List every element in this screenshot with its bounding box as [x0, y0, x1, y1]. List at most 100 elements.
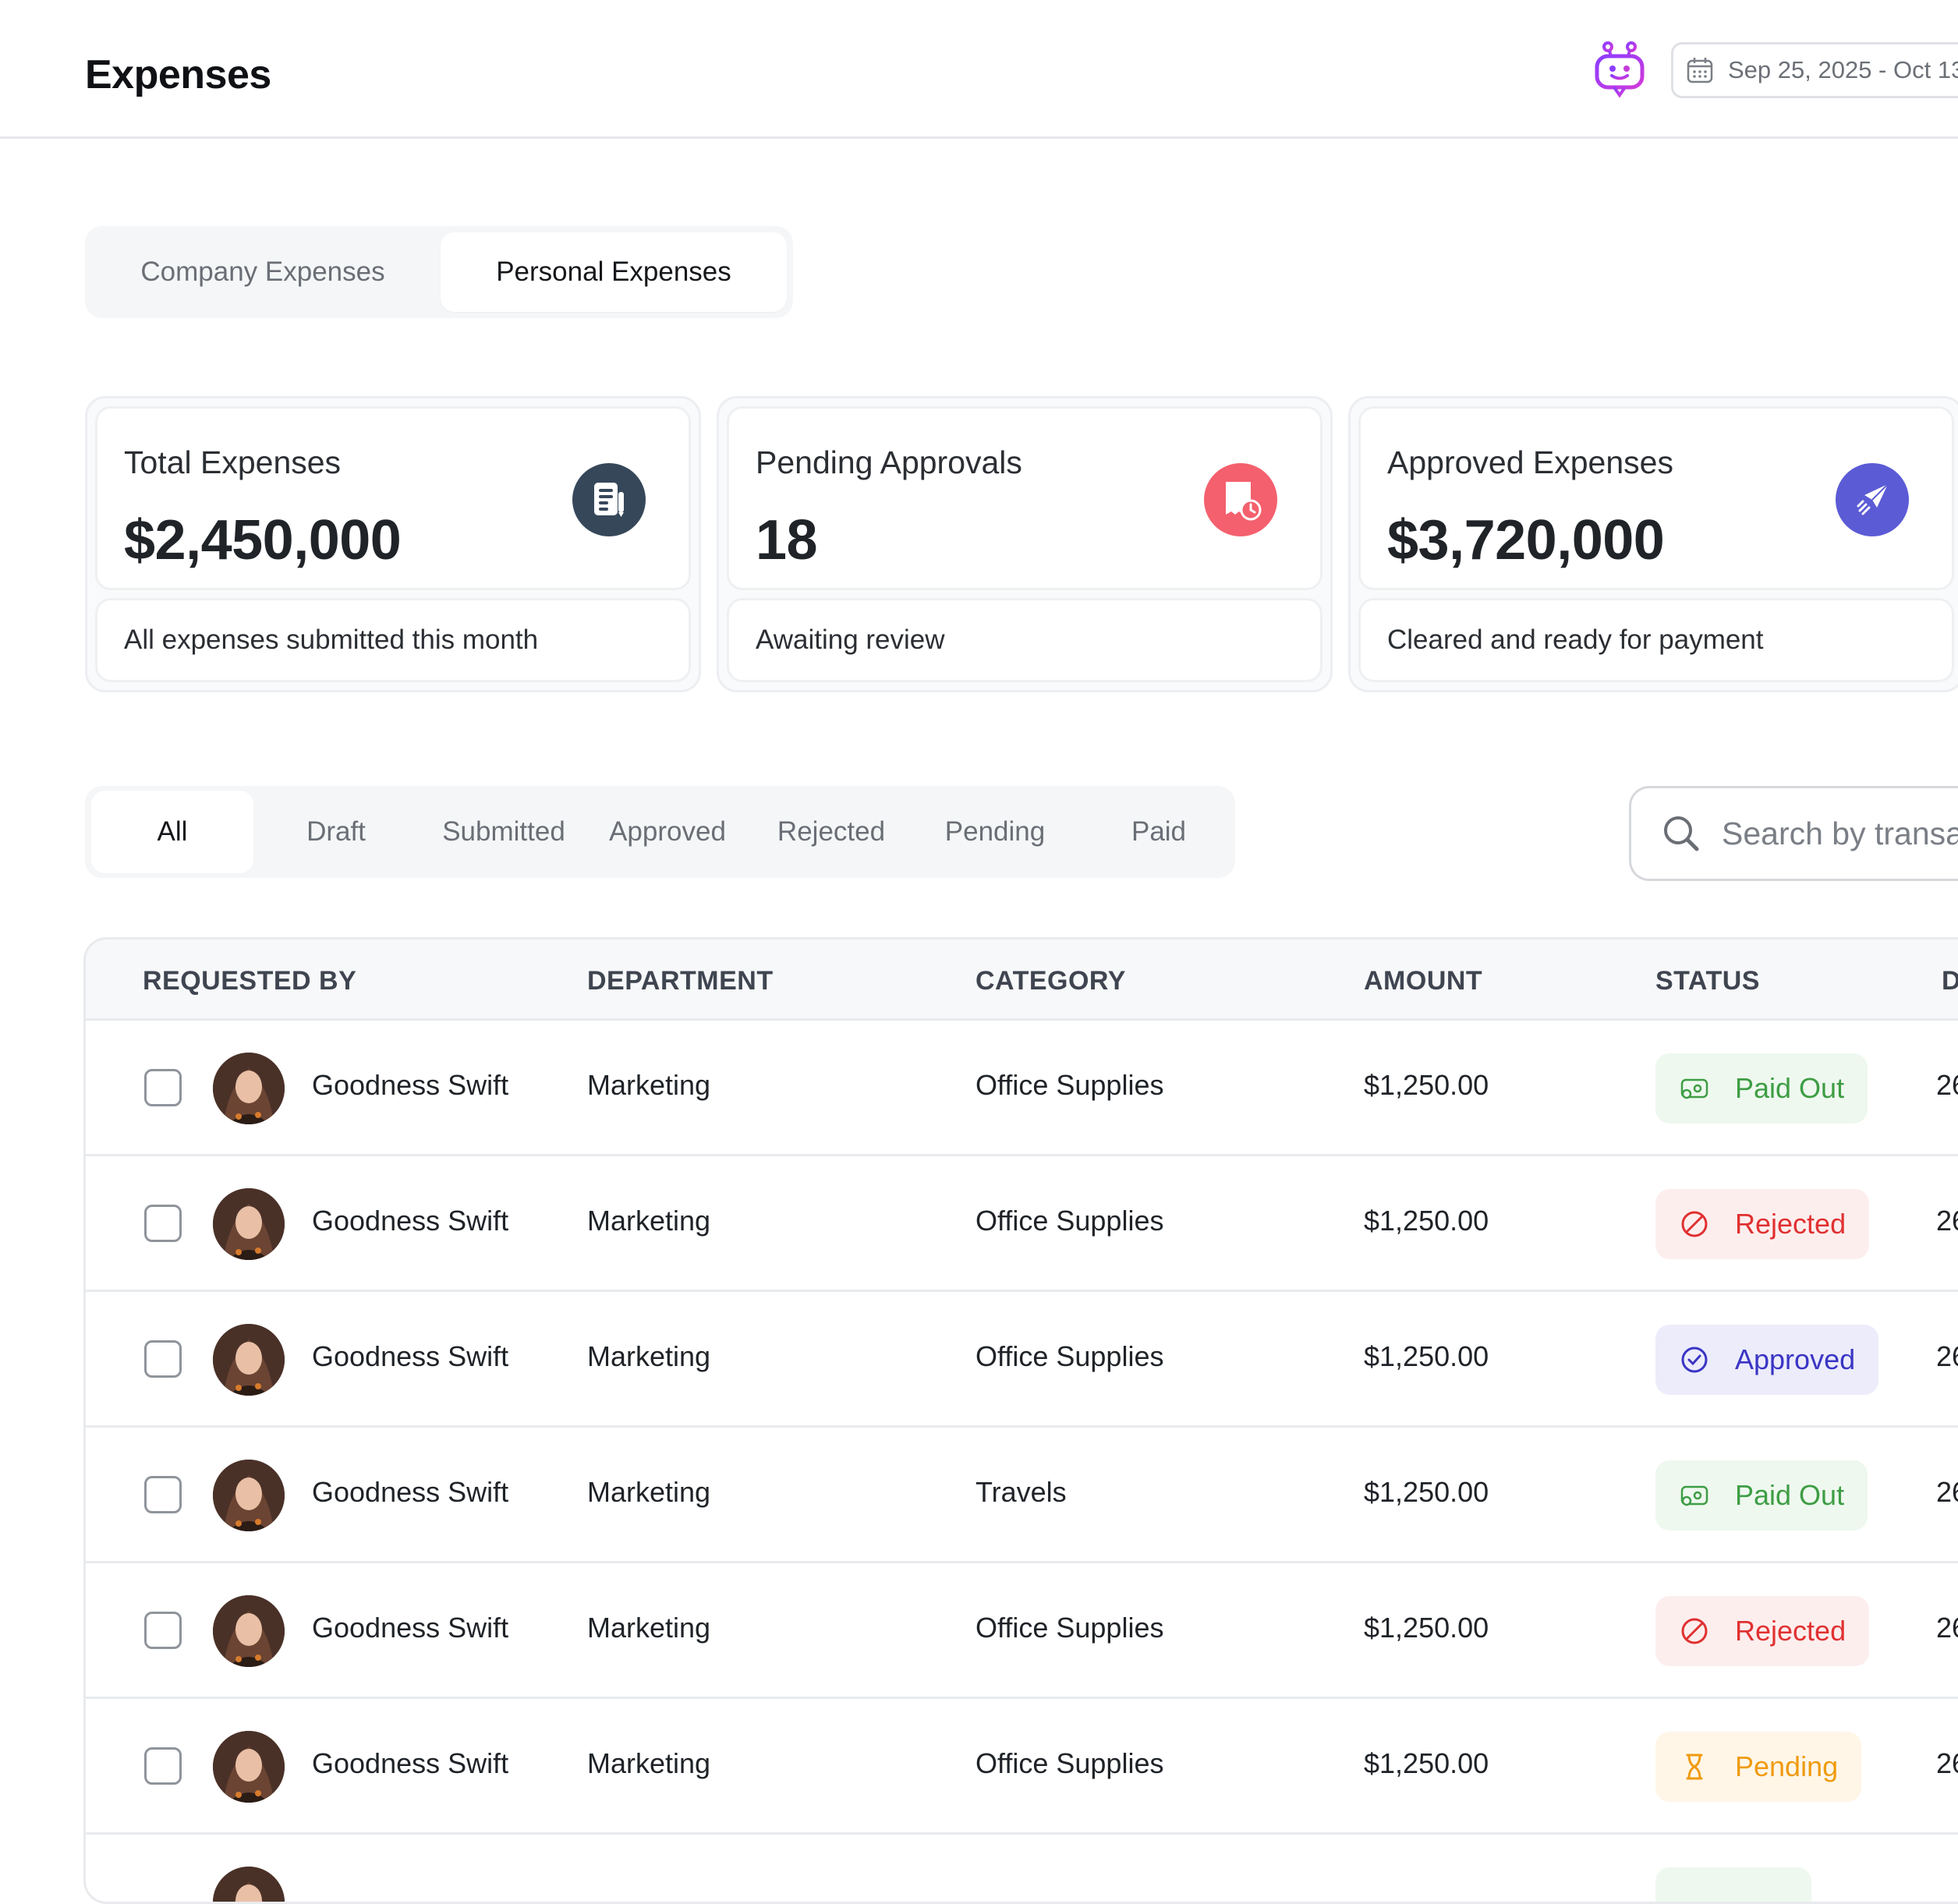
- avatar: [213, 1867, 285, 1902]
- status-filter-tabs: All Draft Submitted Approved Rejected Pe…: [85, 786, 1235, 878]
- category-cell: Office Supplies: [975, 1069, 1164, 1101]
- department-cell: Marketing: [587, 1069, 711, 1101]
- date-range-text: Sep 25, 2025 - Oct 13,: [1728, 56, 1958, 83]
- date-cell: 26: [1936, 1069, 1958, 1101]
- row-checkbox[interactable]: [144, 1069, 182, 1106]
- stat-card-approved-expenses: Approved Expenses $3,720,000 Cleared and…: [1348, 396, 1958, 692]
- filter-approved[interactable]: Approved: [586, 791, 749, 873]
- status-label: Paid Out: [1735, 1479, 1845, 1511]
- date-range-picker[interactable]: Sep 25, 2025 - Oct 13,: [1671, 42, 1958, 98]
- avatar: [213, 1731, 285, 1803]
- stat-card-body: Approved Expenses $3,720,000: [1358, 406, 1954, 590]
- stat-card-total-expenses: Total Expenses $2,450,000 All expenses s…: [85, 396, 701, 692]
- expense-type-tabs: Company Expenses Personal Expenses: [85, 226, 793, 318]
- filter-pending[interactable]: Pending: [913, 791, 1077, 873]
- table-row[interactable]: Goodness Swift Marketing Office Supplies…: [86, 1292, 1958, 1428]
- column-header-amount[interactable]: AMOUNT: [1364, 966, 1482, 996]
- requester-name: Goodness Swift: [312, 1069, 509, 1101]
- avatar: [213, 1188, 285, 1260]
- column-header-requested-by[interactable]: REQUESTED BY: [143, 966, 356, 996]
- stat-caption: Cleared and ready for payment: [1358, 598, 1954, 682]
- calendar-icon: [1687, 58, 1713, 83]
- page-title: Expenses: [85, 52, 271, 97]
- column-header-department[interactable]: DEPARTMENT: [587, 966, 774, 996]
- requester-name: Goodness Swift: [312, 1205, 509, 1237]
- ai-assistant-icon[interactable]: [1591, 41, 1648, 98]
- table-header: REQUESTED BY DEPARTMENT CATEGORY AMOUNT …: [86, 940, 1958, 1021]
- receipt-clock-icon: [1204, 463, 1277, 536]
- department-cell: Marketing: [587, 1476, 711, 1508]
- filter-rejected[interactable]: Rejected: [749, 791, 913, 873]
- status-label: Paid Out: [1735, 1072, 1845, 1104]
- date-cell: 26: [1936, 1205, 1958, 1237]
- department-cell: Marketing: [587, 1205, 711, 1237]
- hourglass-icon: [1686, 1754, 1703, 1780]
- status-badge: Pending: [1655, 1732, 1862, 1802]
- date-cell: 26: [1936, 1747, 1958, 1779]
- requester-name: Goodness Swift: [312, 1476, 509, 1508]
- top-header: Expenses Sep 25, 2025 - Oct 13,: [0, 0, 1958, 139]
- avatar: [213, 1053, 285, 1124]
- amount-cell: $1,250.00: [1364, 1205, 1489, 1237]
- category-cell: Office Supplies: [975, 1340, 1164, 1372]
- cash-icon: [1680, 1485, 1708, 1506]
- check-circle-icon: [1681, 1347, 1708, 1373]
- requester-name: Goodness Swift: [312, 1747, 509, 1779]
- department-cell: Marketing: [587, 1340, 711, 1372]
- requester-name: Goodness Swift: [312, 1340, 509, 1372]
- table-row[interactable]: Goodness Swift Marketing Office Supplies…: [86, 1699, 1958, 1835]
- amount-cell: $1,250.00: [1364, 1612, 1489, 1644]
- table-row[interactable]: Goodness Swift Marketing Travels $1,250.…: [86, 1428, 1958, 1563]
- amount-cell: $1,250.00: [1364, 1340, 1489, 1372]
- stat-caption: Awaiting review: [727, 598, 1322, 682]
- date-cell: 26: [1936, 1476, 1958, 1508]
- table-row[interactable]: Goodness Swift Marketing Office Supplies…: [86, 1563, 1958, 1699]
- status-label: Pending: [1735, 1750, 1839, 1782]
- category-cell: Office Supplies: [975, 1747, 1164, 1779]
- table-row[interactable]: Goodness Swift Marketing Office Supplies…: [86, 1021, 1958, 1156]
- column-header-category[interactable]: CATEGORY: [975, 966, 1126, 996]
- category-cell: Office Supplies: [975, 1205, 1164, 1237]
- row-checkbox[interactable]: [144, 1476, 182, 1513]
- stat-card-body: Pending Approvals 18: [727, 406, 1322, 590]
- stat-card-pending-approvals: Pending Approvals 18 Awaiting review: [717, 396, 1333, 692]
- table-row[interactable]: [86, 1835, 1958, 1902]
- status-label: Rejected: [1735, 1615, 1846, 1647]
- amount-cell: $1,250.00: [1364, 1747, 1489, 1779]
- status-badge: Paid Out: [1655, 1053, 1868, 1124]
- filter-paid[interactable]: Paid: [1077, 791, 1241, 873]
- stat-card-body: Total Expenses $2,450,000: [95, 406, 691, 590]
- column-header-date[interactable]: D: [1942, 966, 1958, 996]
- row-checkbox[interactable]: [144, 1612, 182, 1649]
- document-icon: [572, 463, 646, 536]
- tab-company-expenses[interactable]: Company Expenses: [91, 232, 434, 312]
- category-cell: Travels: [975, 1476, 1067, 1508]
- row-checkbox[interactable]: [144, 1340, 182, 1378]
- stat-label: Total Expenses: [124, 444, 342, 480]
- status-badge: Approved: [1655, 1325, 1879, 1395]
- table-row[interactable]: Goodness Swift Marketing Office Supplies…: [86, 1156, 1958, 1292]
- row-checkbox[interactable]: [144, 1205, 182, 1242]
- stat-value: $3,720,000: [1387, 509, 1665, 572]
- amount-cell: $1,250.00: [1364, 1069, 1489, 1101]
- search-input[interactable]: [1722, 815, 1958, 852]
- search-box[interactable]: [1629, 786, 1958, 881]
- stat-label: Pending Approvals: [756, 444, 1022, 480]
- category-cell: Office Supplies: [975, 1612, 1164, 1644]
- avatar: [213, 1324, 285, 1396]
- requester-name: Goodness Swift: [312, 1612, 509, 1644]
- prohibited-icon: [1681, 1211, 1708, 1237]
- status-badge: Paid Out: [1655, 1460, 1868, 1531]
- tab-personal-expenses[interactable]: Personal Expenses: [441, 232, 787, 312]
- status-badge: [1655, 1867, 1811, 1902]
- status-label: Rejected: [1735, 1208, 1846, 1240]
- stat-label: Approved Expenses: [1387, 444, 1673, 480]
- stat-value: 18: [756, 509, 818, 572]
- filter-submitted[interactable]: Submitted: [422, 791, 586, 873]
- column-header-status[interactable]: STATUS: [1655, 966, 1760, 996]
- filter-draft[interactable]: Draft: [258, 791, 414, 873]
- send-icon: [1836, 463, 1909, 536]
- row-checkbox[interactable]: [144, 1747, 182, 1785]
- stat-value: $2,450,000: [124, 509, 402, 572]
- filter-all[interactable]: All: [91, 791, 253, 873]
